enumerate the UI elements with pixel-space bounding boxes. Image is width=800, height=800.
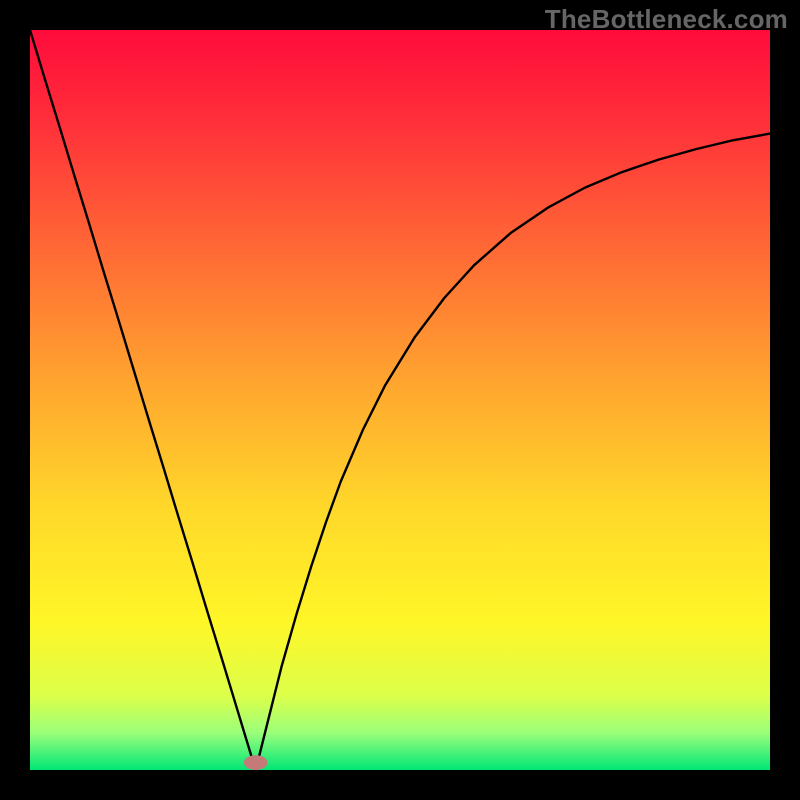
min-marker	[244, 755, 268, 770]
watermark-label: TheBottleneck.com	[545, 4, 788, 35]
plot-background	[30, 30, 770, 770]
chart-canvas	[0, 0, 800, 800]
chart-frame: TheBottleneck.com	[0, 0, 800, 800]
